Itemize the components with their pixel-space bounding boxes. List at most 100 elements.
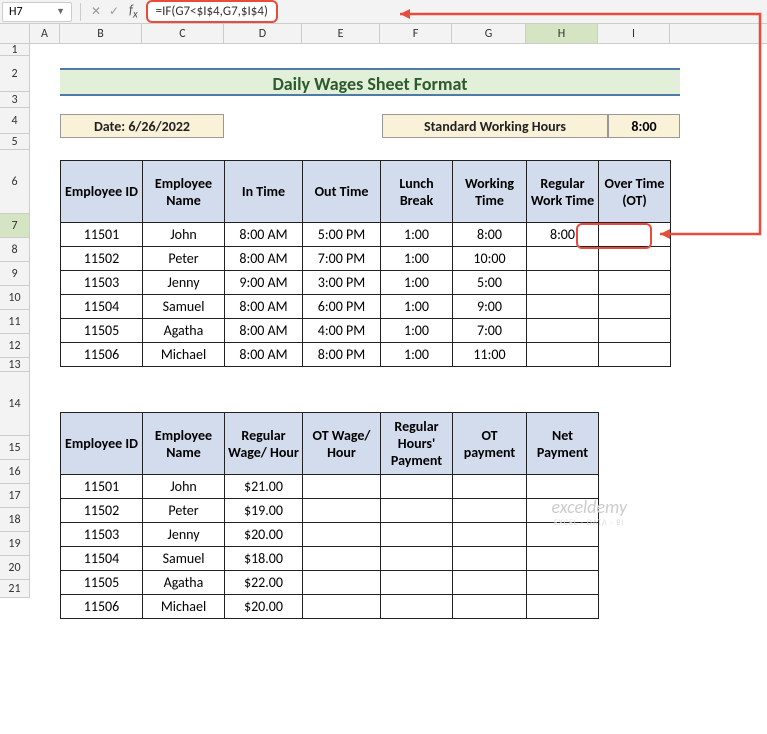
- table-cell[interactable]: 5:00: [453, 271, 527, 295]
- table-cell[interactable]: 1:00: [381, 247, 453, 271]
- table-cell[interactable]: [303, 571, 381, 595]
- table-cell[interactable]: [381, 595, 453, 619]
- table-cell[interactable]: Peter: [143, 499, 225, 523]
- table-cell[interactable]: Agatha: [143, 319, 225, 343]
- table-cell[interactable]: 9:00: [453, 295, 527, 319]
- table-row[interactable]: 11501John$21.00: [61, 475, 599, 499]
- table-cell[interactable]: [453, 571, 527, 595]
- table-cell[interactable]: Jenny: [143, 523, 225, 547]
- table-cell[interactable]: Jenny: [143, 271, 225, 295]
- table-cell[interactable]: [599, 343, 671, 367]
- row-header-21[interactable]: 21: [0, 580, 30, 598]
- table-row[interactable]: 11504Samuel$18.00: [61, 547, 599, 571]
- col-header-c[interactable]: C: [142, 24, 224, 43]
- table-cell[interactable]: 1:00: [381, 271, 453, 295]
- table-cell[interactable]: 11506: [61, 343, 143, 367]
- table-row[interactable]: 11504Samuel8:00 AM6:00 PM1:009:00: [61, 295, 671, 319]
- table-cell[interactable]: 8:00 AM: [225, 295, 303, 319]
- table-cell[interactable]: 11503: [61, 271, 143, 295]
- table-row[interactable]: 11501John8:00 AM5:00 PM1:008:008:00: [61, 223, 671, 247]
- table-cell[interactable]: 11505: [61, 319, 143, 343]
- table-row[interactable]: 11506Michael8:00 AM8:00 PM1:0011:00: [61, 343, 671, 367]
- table-cell[interactable]: 3:00 PM: [303, 271, 381, 295]
- table-cell[interactable]: 11502: [61, 247, 143, 271]
- table-cell[interactable]: [527, 319, 599, 343]
- table-cell[interactable]: [453, 595, 527, 619]
- table-cell[interactable]: $21.00: [225, 475, 303, 499]
- col-header-a[interactable]: A: [30, 24, 60, 43]
- table-cell[interactable]: [527, 547, 599, 571]
- table-cell[interactable]: [303, 595, 381, 619]
- col-header-b[interactable]: B: [60, 24, 142, 43]
- table-cell[interactable]: Agatha: [143, 571, 225, 595]
- table-cell[interactable]: 9:00 AM: [225, 271, 303, 295]
- row-header-17[interactable]: 17: [0, 484, 30, 508]
- col-header-i[interactable]: I: [598, 24, 670, 43]
- col-header-h[interactable]: H: [526, 24, 598, 43]
- table-cell[interactable]: [599, 223, 671, 247]
- table-cell[interactable]: 11502: [61, 499, 143, 523]
- col-header-f[interactable]: F: [380, 24, 452, 43]
- row-header-16[interactable]: 16: [0, 460, 30, 484]
- table-row[interactable]: 11502Peter8:00 AM7:00 PM1:0010:00: [61, 247, 671, 271]
- table-cell[interactable]: 11506: [61, 595, 143, 619]
- table-cell[interactable]: [453, 523, 527, 547]
- fx-icon[interactable]: fx: [129, 3, 138, 21]
- table-cell[interactable]: 11505: [61, 571, 143, 595]
- table-row[interactable]: 11502Peter$19.00: [61, 499, 599, 523]
- table-cell[interactable]: John: [143, 475, 225, 499]
- table-cell[interactable]: 7:00 PM: [303, 247, 381, 271]
- row-header-7[interactable]: 7: [0, 214, 30, 238]
- table-cell[interactable]: [527, 571, 599, 595]
- table-cell[interactable]: 11501: [61, 223, 143, 247]
- table-row[interactable]: 11505Agatha8:00 AM4:00 PM1:007:00: [61, 319, 671, 343]
- table-cell[interactable]: [381, 499, 453, 523]
- table-cell[interactable]: 10:00: [453, 247, 527, 271]
- table-cell[interactable]: [527, 271, 599, 295]
- table-cell[interactable]: $18.00: [225, 547, 303, 571]
- row-header-2[interactable]: 2: [0, 56, 30, 92]
- table-cell[interactable]: 1:00: [381, 295, 453, 319]
- row-header-13[interactable]: 13: [0, 358, 30, 372]
- col-header-g[interactable]: G: [452, 24, 526, 43]
- table-cell[interactable]: [599, 319, 671, 343]
- col-header-e[interactable]: E: [302, 24, 380, 43]
- table-cell[interactable]: 7:00: [453, 319, 527, 343]
- table-cell[interactable]: 6:00 PM: [303, 295, 381, 319]
- table-cell[interactable]: 11:00: [453, 343, 527, 367]
- col-header-d[interactable]: D: [224, 24, 302, 43]
- table-row[interactable]: 11505Agatha$22.00: [61, 571, 599, 595]
- table-cell[interactable]: [381, 523, 453, 547]
- table-cell[interactable]: 8:00 AM: [225, 343, 303, 367]
- table-cell[interactable]: [453, 499, 527, 523]
- table-cell[interactable]: [453, 475, 527, 499]
- table-row[interactable]: 11506Michael$20.00: [61, 595, 599, 619]
- table-cell[interactable]: [599, 271, 671, 295]
- table-cell[interactable]: $19.00: [225, 499, 303, 523]
- table-cell[interactable]: Peter: [143, 247, 225, 271]
- table-cell[interactable]: 8:00 AM: [225, 247, 303, 271]
- table-cell[interactable]: $20.00: [225, 523, 303, 547]
- table-cell[interactable]: [453, 547, 527, 571]
- table-row[interactable]: 11503Jenny9:00 AM3:00 PM1:005:00: [61, 271, 671, 295]
- table-cell[interactable]: 11504: [61, 547, 143, 571]
- row-header-18[interactable]: 18: [0, 508, 30, 532]
- table-cell[interactable]: [527, 343, 599, 367]
- cancel-icon[interactable]: ✕: [87, 4, 105, 19]
- table-cell[interactable]: [303, 499, 381, 523]
- row-header-8[interactable]: 8: [0, 238, 30, 262]
- row-header-6[interactable]: 6: [0, 150, 30, 214]
- table-cell[interactable]: [381, 571, 453, 595]
- table-cell[interactable]: 11503: [61, 523, 143, 547]
- row-header-20[interactable]: 20: [0, 556, 30, 580]
- row-header-5[interactable]: 5: [0, 134, 30, 150]
- chevron-down-icon[interactable]: ▼: [56, 6, 65, 17]
- table-cell[interactable]: [527, 295, 599, 319]
- table-cell[interactable]: [303, 547, 381, 571]
- row-header-9[interactable]: 9: [0, 262, 30, 286]
- row-header-14[interactable]: 14: [0, 372, 30, 436]
- row-header-11[interactable]: 11: [0, 310, 30, 334]
- row-header-1[interactable]: 1: [0, 44, 30, 56]
- table-cell[interactable]: 11504: [61, 295, 143, 319]
- table-cell[interactable]: 8:00 PM: [303, 343, 381, 367]
